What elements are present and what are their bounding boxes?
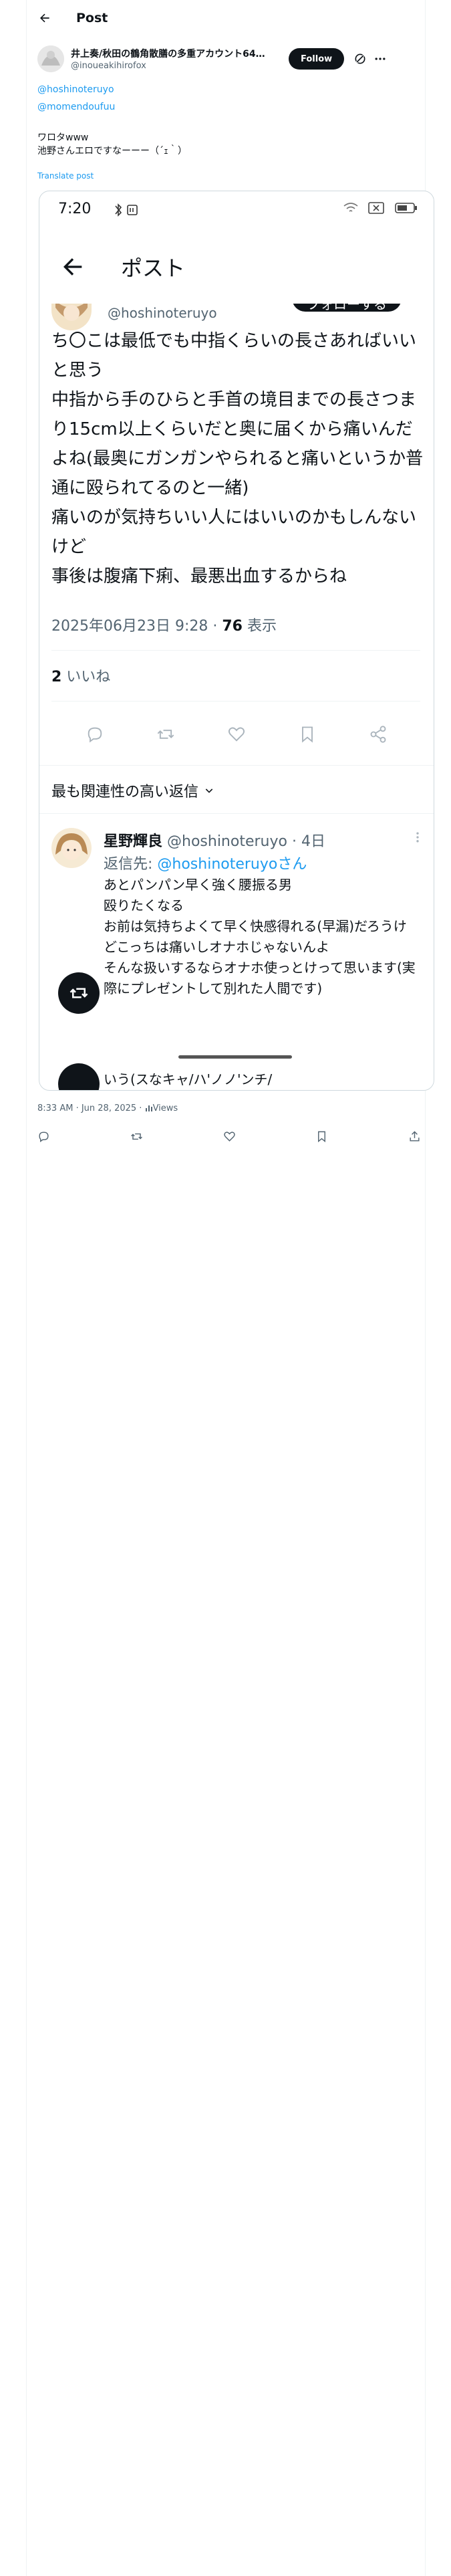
phone-views-label: 表示 bbox=[242, 618, 277, 635]
phone-cut-avatar bbox=[58, 1063, 100, 1090]
divider bbox=[39, 813, 434, 814]
phone-reply-to: 返信先: @hoshinoteruyoさん bbox=[104, 852, 307, 873]
column-border-left bbox=[26, 0, 27, 2576]
more-icon[interactable] bbox=[373, 52, 387, 66]
bookmark-icon bbox=[318, 1131, 326, 1143]
like-button[interactable] bbox=[223, 1130, 236, 1143]
phone-sort-replies: 最も関連性の高い返信 bbox=[51, 780, 214, 801]
views-icon bbox=[145, 1105, 152, 1111]
phone-home-indicator bbox=[178, 1055, 292, 1059]
divider bbox=[39, 765, 434, 766]
back-arrow-icon[interactable] bbox=[59, 253, 86, 280]
repost-icon bbox=[69, 988, 88, 998]
author-row: 井上奏/秋田の鶴角散膳の多重アカウント6411inoinoinoinoinoii… bbox=[37, 44, 418, 74]
avatar bbox=[51, 828, 92, 868]
reply-button[interactable] bbox=[37, 1130, 50, 1143]
phone-reply-name: 星野輝良 bbox=[104, 833, 163, 850]
reply-icon bbox=[88, 727, 102, 743]
bookmark-button[interactable] bbox=[315, 1130, 328, 1143]
battery-icon bbox=[395, 203, 417, 213]
phone-reply-to-prefix: 返信先: bbox=[104, 856, 158, 873]
repost-button[interactable] bbox=[130, 1130, 143, 1143]
page-title: Post bbox=[76, 11, 108, 25]
phone-header-title: ポスト bbox=[121, 255, 186, 281]
post-text: ワロタwww 池野さんエロですなーーー（´ｪ｀） bbox=[37, 132, 187, 156]
phone-compose-button bbox=[58, 972, 100, 1014]
avatar-image bbox=[37, 45, 64, 72]
phone-reply-to-handle: @hoshinoteruyoさん bbox=[157, 856, 307, 873]
top-bar: Post bbox=[27, 0, 425, 36]
reply-icon bbox=[39, 1132, 49, 1143]
heart-icon bbox=[228, 727, 245, 742]
chevron-down-icon bbox=[205, 788, 213, 793]
status-time: 7:20 bbox=[58, 201, 92, 217]
status-icons-right bbox=[343, 202, 418, 214]
mention-link[interactable]: @momendoufuu bbox=[37, 102, 115, 112]
phone-sort-label: 最も関連性の高い返信 bbox=[51, 784, 199, 800]
post-time: 8:33 AM · Jun 28, 2025 · bbox=[37, 1103, 145, 1113]
phone-header: ポスト bbox=[39, 230, 434, 304]
phone-reply-text: あとパンパン早く強く腰振る男 殴りたくなる お前は気持ちよくて早く快感得れる(早… bbox=[104, 877, 416, 996]
repost-icon bbox=[157, 730, 174, 739]
wifi-icon bbox=[343, 203, 358, 212]
divider bbox=[51, 701, 420, 702]
bookmark-icon bbox=[302, 726, 313, 743]
share-icon bbox=[370, 726, 386, 743]
phone-reply-header: 星野輝良 @hoshinoteruyo · 4日 bbox=[104, 829, 325, 851]
phone-post-date: 2025年06月23日 9:28 · bbox=[51, 618, 222, 635]
sim-icon bbox=[368, 202, 384, 214]
author-handle[interactable]: @inoueakihirofox bbox=[71, 61, 271, 71]
phone-reply-handle: @hoshinoteruyo · 4日 bbox=[162, 833, 325, 850]
follow-button[interactable]: Follow bbox=[289, 48, 345, 70]
phone-post-meta: 2025年06月23日 9:28 · 76 表示 bbox=[51, 614, 277, 635]
phone-views-count: 76 bbox=[222, 618, 243, 635]
views-label: Views bbox=[152, 1103, 178, 1113]
mention-link[interactable]: @hoshinoteruyo bbox=[37, 84, 114, 95]
heart-icon bbox=[223, 1132, 235, 1142]
phone-author-handle: @hoshinoteruyo bbox=[108, 305, 217, 321]
translate-link[interactable]: Translate post bbox=[37, 171, 94, 181]
phone-likes-count: 2 bbox=[51, 669, 62, 685]
repost-icon bbox=[130, 1133, 142, 1140]
back-arrow-icon bbox=[40, 13, 49, 23]
divider bbox=[51, 650, 420, 651]
author-display-name[interactable]: 井上奏/秋田の鶴角散膳の多重アカウント6411inoinoinoinoinoii… bbox=[71, 47, 271, 60]
share-icon bbox=[410, 1131, 420, 1142]
attached-screenshot[interactable]: 7:20 ポスト フォローする @hoshinoteruyo ち〇こは最低でも中… bbox=[39, 191, 434, 1091]
phone-likes: 2 いいね bbox=[51, 665, 110, 686]
more-icon bbox=[416, 832, 419, 843]
post-page: Post 井上奏/秋田の鶴角散膳の多重アカウント6411inoinoinoino… bbox=[0, 0, 451, 2576]
share-button[interactable] bbox=[408, 1130, 421, 1143]
grok-icon[interactable] bbox=[353, 52, 367, 66]
back-button[interactable] bbox=[33, 7, 56, 29]
phone-status-bar: 7:20 bbox=[39, 191, 434, 230]
phone-cut-text: いう(スなキャ/ハ'ノノ'ンチ/ bbox=[104, 1071, 273, 1087]
post-timestamp: 8:33 AM · Jun 28, 2025 · Views bbox=[37, 1103, 178, 1113]
avatar[interactable] bbox=[37, 45, 64, 72]
phone-post-body: ち〇こは最低でも中指くらいの長さあればいいと思う 中指から手のひらと手首の境目ま… bbox=[51, 331, 424, 586]
phone-action-bar bbox=[39, 714, 434, 754]
post-action-bar bbox=[37, 1130, 425, 1143]
phone-likes-label: いいね bbox=[61, 669, 111, 685]
author-names[interactable]: 井上奏/秋田の鶴角散膳の多重アカウント6411inoinoinoinoinoii… bbox=[71, 47, 271, 71]
bluetooth-icon bbox=[115, 203, 138, 217]
